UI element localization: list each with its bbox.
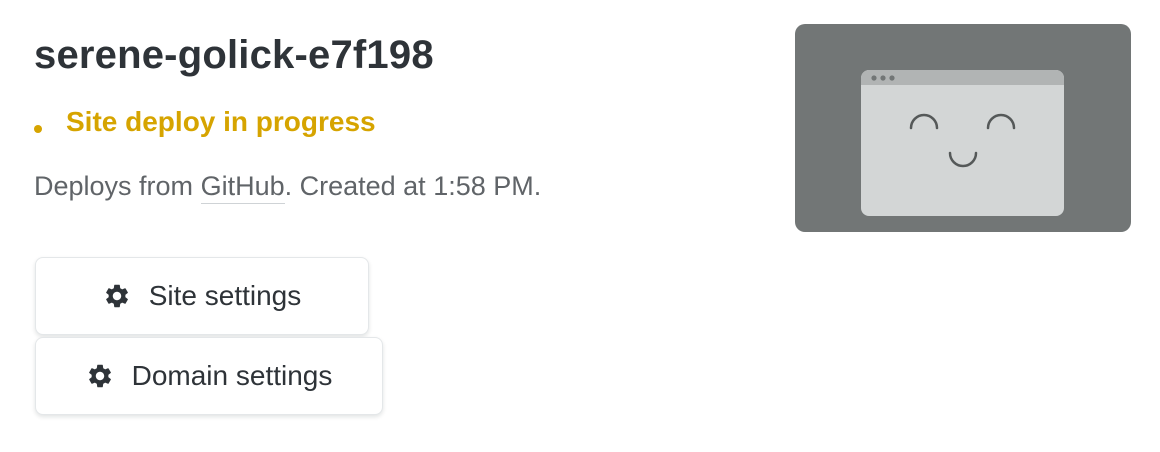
domain-settings-label: Domain settings bbox=[131, 360, 333, 391]
site-title: serene-golick-e7f198 bbox=[34, 33, 434, 77]
site-settings-label: Site settings bbox=[148, 280, 302, 311]
deploy-status-label: Site deploy in progress bbox=[66, 106, 376, 137]
deploy-meta-suffix: . Created at 1:58 PM. bbox=[284, 171, 542, 201]
domain-settings-button[interactable]: Domain settings bbox=[35, 337, 383, 415]
deploy-meta-prefix: Deploys from bbox=[34, 171, 201, 201]
deploy-meta: Deploys from GitHub. Created at 1:58 PM. bbox=[34, 166, 541, 206]
github-link[interactable]: GitHub bbox=[200, 171, 285, 204]
site-settings-button[interactable]: Site settings bbox=[35, 257, 369, 335]
status-dot-icon bbox=[34, 125, 42, 133]
deploy-status: Site deploy in progress bbox=[34, 102, 376, 142]
site-preview-thumbnail[interactable] bbox=[795, 24, 1131, 232]
gear-icon bbox=[86, 362, 114, 390]
smiling-browser-window-icon bbox=[861, 70, 1064, 216]
gear-icon bbox=[103, 282, 131, 310]
